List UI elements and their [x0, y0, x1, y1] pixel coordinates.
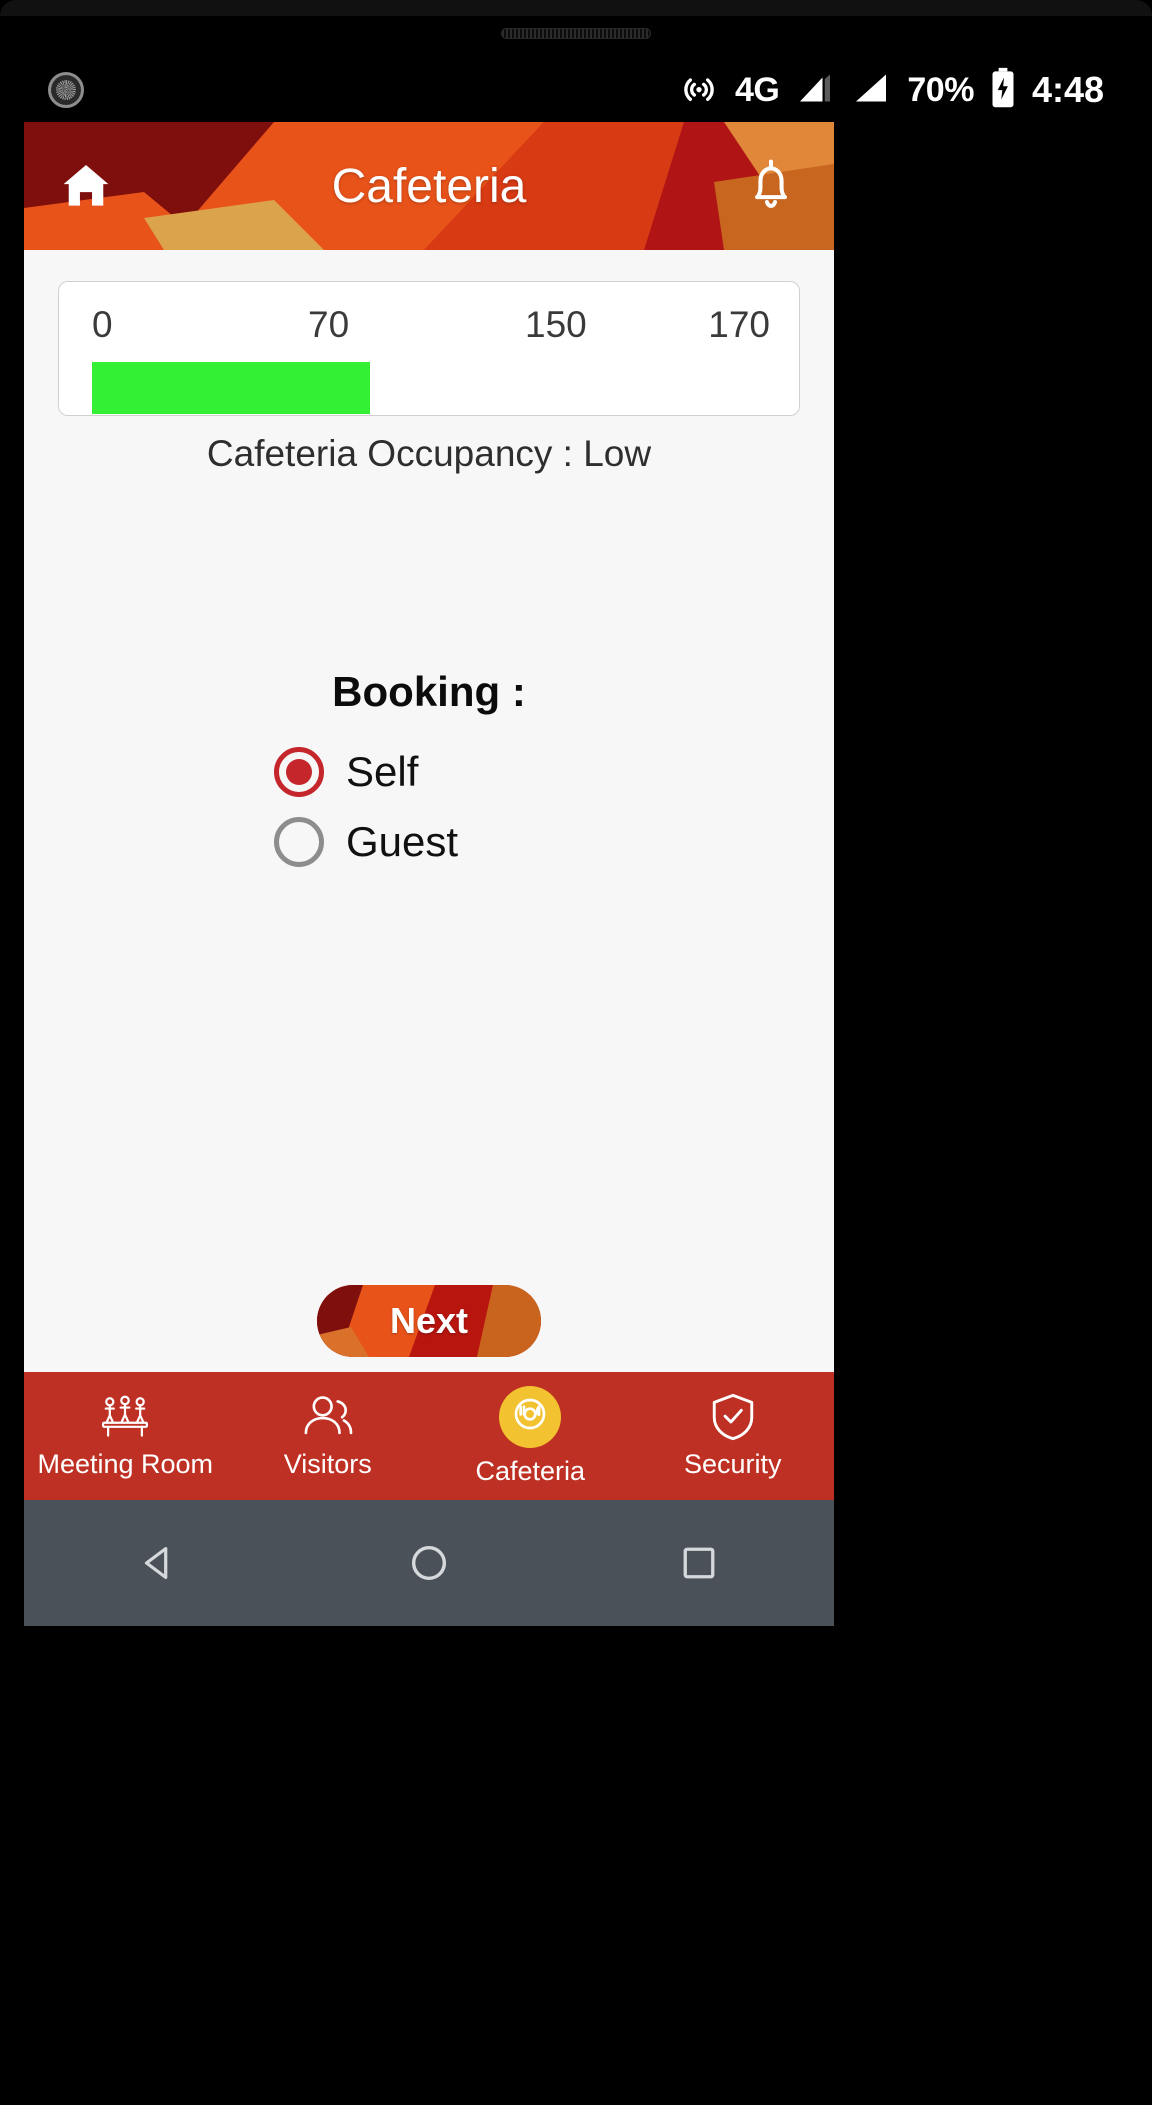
nav-label-security: Security [683, 1448, 782, 1479]
booking-section-title: Booking : [332, 668, 526, 715]
home-icon[interactable] [58, 158, 114, 214]
visitors-icon [301, 1393, 355, 1441]
meeting-room-icon [98, 1393, 152, 1441]
occupancy-bar-track [92, 362, 768, 414]
recents-square-icon[interactable] [669, 1533, 729, 1593]
radio-button-guest[interactable] [274, 817, 324, 867]
nav-item-meeting-room[interactable]: Meeting Room [24, 1372, 227, 1500]
nav-label-cafeteria: Cafeteria [475, 1455, 586, 1486]
back-triangle-icon[interactable] [129, 1533, 189, 1593]
clock-label: 4:48 [1031, 69, 1104, 110]
app-screen: Cafeteria 0 70 150 170 Cafeteria Occupan… [24, 122, 834, 1500]
radio-button-self[interactable] [274, 747, 324, 797]
radio-label-self: Self [346, 748, 419, 795]
bottom-navigation: Meeting Room Visitors Cafeteria Security [24, 1372, 834, 1500]
main-content: 0 70 150 170 Cafeteria Occupancy : Low B… [24, 250, 834, 1500]
cafeteria-active-badge [499, 1385, 562, 1448]
occupancy-status-label: Cafeteria Occupancy : Low [206, 433, 652, 474]
nav-label-meeting-room: Meeting Room [37, 1448, 214, 1479]
radio-dot-icon [286, 759, 312, 785]
nav-label-visitors: Visitors [283, 1448, 372, 1479]
bell-icon[interactable] [744, 158, 800, 214]
battery-percent-label: 70% [907, 70, 974, 109]
radio-option-self[interactable]: Self [24, 747, 834, 797]
cafeteria-icon [510, 1394, 550, 1439]
phone-frame: 4G 70% 4:48 Cafeteria 0 70 150 170 Cafet… [0, 0, 1152, 2105]
next-button[interactable]: Next [317, 1285, 541, 1357]
scale-label-170: 170 [708, 304, 770, 345]
phone-top-bezel [0, 0, 1152, 16]
page-title: Cafeteria [331, 159, 527, 213]
nav-item-visitors[interactable]: Visitors [227, 1372, 430, 1500]
signal-bars-icon [795, 70, 835, 111]
nav-item-security[interactable]: Security [632, 1372, 835, 1500]
occupancy-scale: 0 70 150 170 [59, 302, 799, 348]
android-navigation-bar [24, 1500, 834, 1626]
battery-charging-icon [990, 67, 1016, 114]
earpiece-speaker [501, 28, 651, 39]
scale-label-150: 150 [525, 304, 587, 345]
hotspot-icon [679, 68, 719, 113]
scale-label-0: 0 [92, 304, 113, 345]
phone-bottom-bezel [0, 2045, 1152, 2105]
brightness-dial-icon [48, 72, 84, 108]
status-bar: 4G 70% 4:48 [0, 58, 1152, 122]
radio-label-guest: Guest [346, 818, 459, 865]
app-header: Cafeteria [24, 122, 834, 250]
occupancy-bar-fill [92, 362, 371, 414]
shield-check-icon [706, 1393, 760, 1441]
home-circle-icon[interactable] [399, 1533, 459, 1593]
scale-label-70: 70 [308, 304, 350, 345]
signal-bars-icon [851, 70, 891, 111]
next-button-label: Next [389, 1300, 469, 1341]
radio-option-guest[interactable]: Guest [24, 817, 834, 867]
occupancy-card: 0 70 150 170 [58, 281, 800, 416]
nav-item-cafeteria[interactable]: Cafeteria [429, 1372, 632, 1500]
network-type-label: 4G [735, 70, 780, 109]
